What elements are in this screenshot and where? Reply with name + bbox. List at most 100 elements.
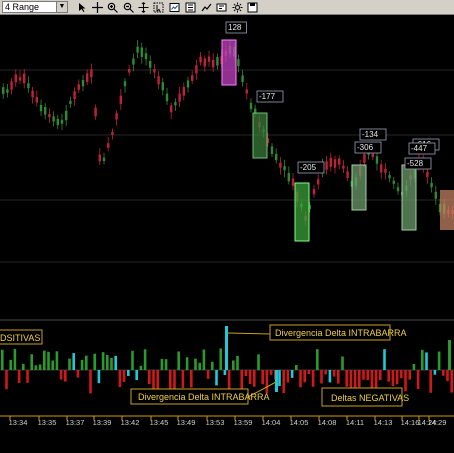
candle-up [149, 60, 152, 68]
time-tick-label: 14:04 [262, 418, 281, 427]
candle-up [140, 47, 143, 57]
delta-bar-positive [9, 359, 12, 370]
bar-type-value: 4 Range [5, 2, 40, 12]
delta-bar-positive [295, 365, 298, 370]
candle-down [35, 97, 38, 103]
save-icon[interactable] [246, 1, 258, 13]
delta-bar-negative [253, 370, 256, 387]
delta-bar-positive [85, 355, 88, 370]
delta-bar-negative [64, 370, 67, 382]
time-tick-label: 13:45 [150, 418, 169, 427]
time-axis[interactable]: 13:34 13:35 13:37 13:39 13:42 13:45 13:49 13:53… [0, 415, 454, 453]
candle-down [107, 143, 110, 148]
delta-bar-negative [303, 370, 306, 383]
candle-up [132, 58, 135, 65]
delta-bar-negative [286, 370, 290, 383]
delta-bar-positive [164, 359, 168, 370]
candle-up [237, 59, 240, 67]
candle-up [65, 110, 68, 121]
delta-bar-negative [332, 370, 336, 377]
bar-type-dropdown[interactable]: 4 Range ▼ [2, 1, 68, 13]
price-chart[interactable]: 128-177-205-134-306-616-447-528 DSITIVAS… [0, 15, 454, 453]
candle-up [216, 56, 219, 66]
delta-bar-negative [416, 370, 420, 390]
crosshair-icon[interactable] [91, 1, 103, 13]
time-tick-label: 13:34 [9, 418, 28, 427]
candle-up [27, 83, 30, 89]
delta-bar-positive [68, 358, 71, 370]
time-tick-label: 14:05 [290, 418, 309, 427]
delta-box-label: -177 [259, 92, 276, 101]
candle-up [136, 46, 139, 53]
delta-bar-negative [223, 370, 227, 376]
time-tick-label: 13:39 [93, 418, 112, 427]
candle-down [199, 56, 202, 63]
select-icon[interactable] [152, 1, 164, 13]
delta-bar-negative [59, 370, 63, 380]
candle-down [18, 77, 22, 81]
candle-up [270, 146, 274, 155]
chart-properties-icon[interactable] [168, 1, 180, 13]
cursor-icon[interactable] [76, 1, 88, 13]
delta-bar-negative [215, 370, 218, 386]
candle-down [48, 113, 51, 118]
pan-icon[interactable] [137, 1, 149, 13]
candle-up [186, 80, 190, 88]
candle-down [153, 69, 156, 73]
delta-bar-positive [194, 358, 197, 370]
delta-bar-negative [404, 370, 407, 392]
candle-up [81, 80, 85, 87]
delta-bar-negative [433, 370, 437, 375]
delta-bar-positive [160, 358, 164, 370]
candle-up [44, 107, 47, 115]
delta-bar-negative [118, 370, 122, 388]
delta-bar-positive [110, 357, 113, 370]
delta-box-label: -205 [300, 163, 317, 172]
data-box-icon[interactable] [215, 1, 227, 13]
candle-down [203, 58, 206, 67]
candle-down [279, 162, 282, 168]
delta-bar-positive [257, 354, 260, 370]
settings-icon[interactable] [231, 1, 243, 13]
candle-up [174, 102, 177, 106]
delta-bar-negative [379, 370, 382, 381]
delta-bar-negative [282, 370, 285, 394]
delta-bar-negative [278, 370, 281, 387]
delta-box-label: 128 [228, 23, 242, 32]
delta-bar-positive [341, 356, 344, 370]
candle-down [170, 105, 173, 113]
indicators-icon[interactable] [184, 1, 196, 13]
chevron-down-icon[interactable]: ▼ [56, 2, 67, 12]
delta-box [294, 182, 310, 242]
delta-bar-positive [219, 348, 222, 370]
delta-bar-negative [320, 370, 323, 384]
delta-bar-positive [43, 350, 46, 370]
delta-bar-negative [97, 370, 101, 384]
time-tick-label: 14:16 [401, 418, 420, 427]
candle-down [31, 90, 34, 98]
time-tick-label: 13:42 [121, 418, 140, 427]
candle-down [245, 89, 248, 94]
delta-bar-positive [198, 362, 201, 370]
drawing-icon[interactable] [200, 1, 212, 13]
time-tick-label: 13:49 [177, 418, 196, 427]
delta-bar-negative [89, 370, 92, 394]
delta-bar-positive [211, 361, 214, 370]
candle-down [212, 59, 215, 68]
delta-bar-negative [156, 370, 159, 390]
delta-bar-positive [80, 359, 84, 370]
zoom-in-icon[interactable] [106, 1, 118, 13]
delta-box [221, 39, 237, 86]
delta-bar-negative [265, 370, 269, 394]
delta-box [401, 164, 417, 231]
delta-bar-negative [362, 370, 365, 380]
delta-bar-negative [366, 370, 369, 381]
delta-bar-positive [232, 360, 235, 370]
delta-bar-positive [448, 340, 451, 370]
delta-bar-positive [114, 355, 117, 370]
delta-bar-positive [383, 349, 386, 370]
zoom-out-icon[interactable] [122, 1, 134, 13]
delta-bar-negative [395, 370, 399, 385]
delta-bar-negative [127, 370, 130, 377]
delta-bar-positive [236, 355, 239, 370]
